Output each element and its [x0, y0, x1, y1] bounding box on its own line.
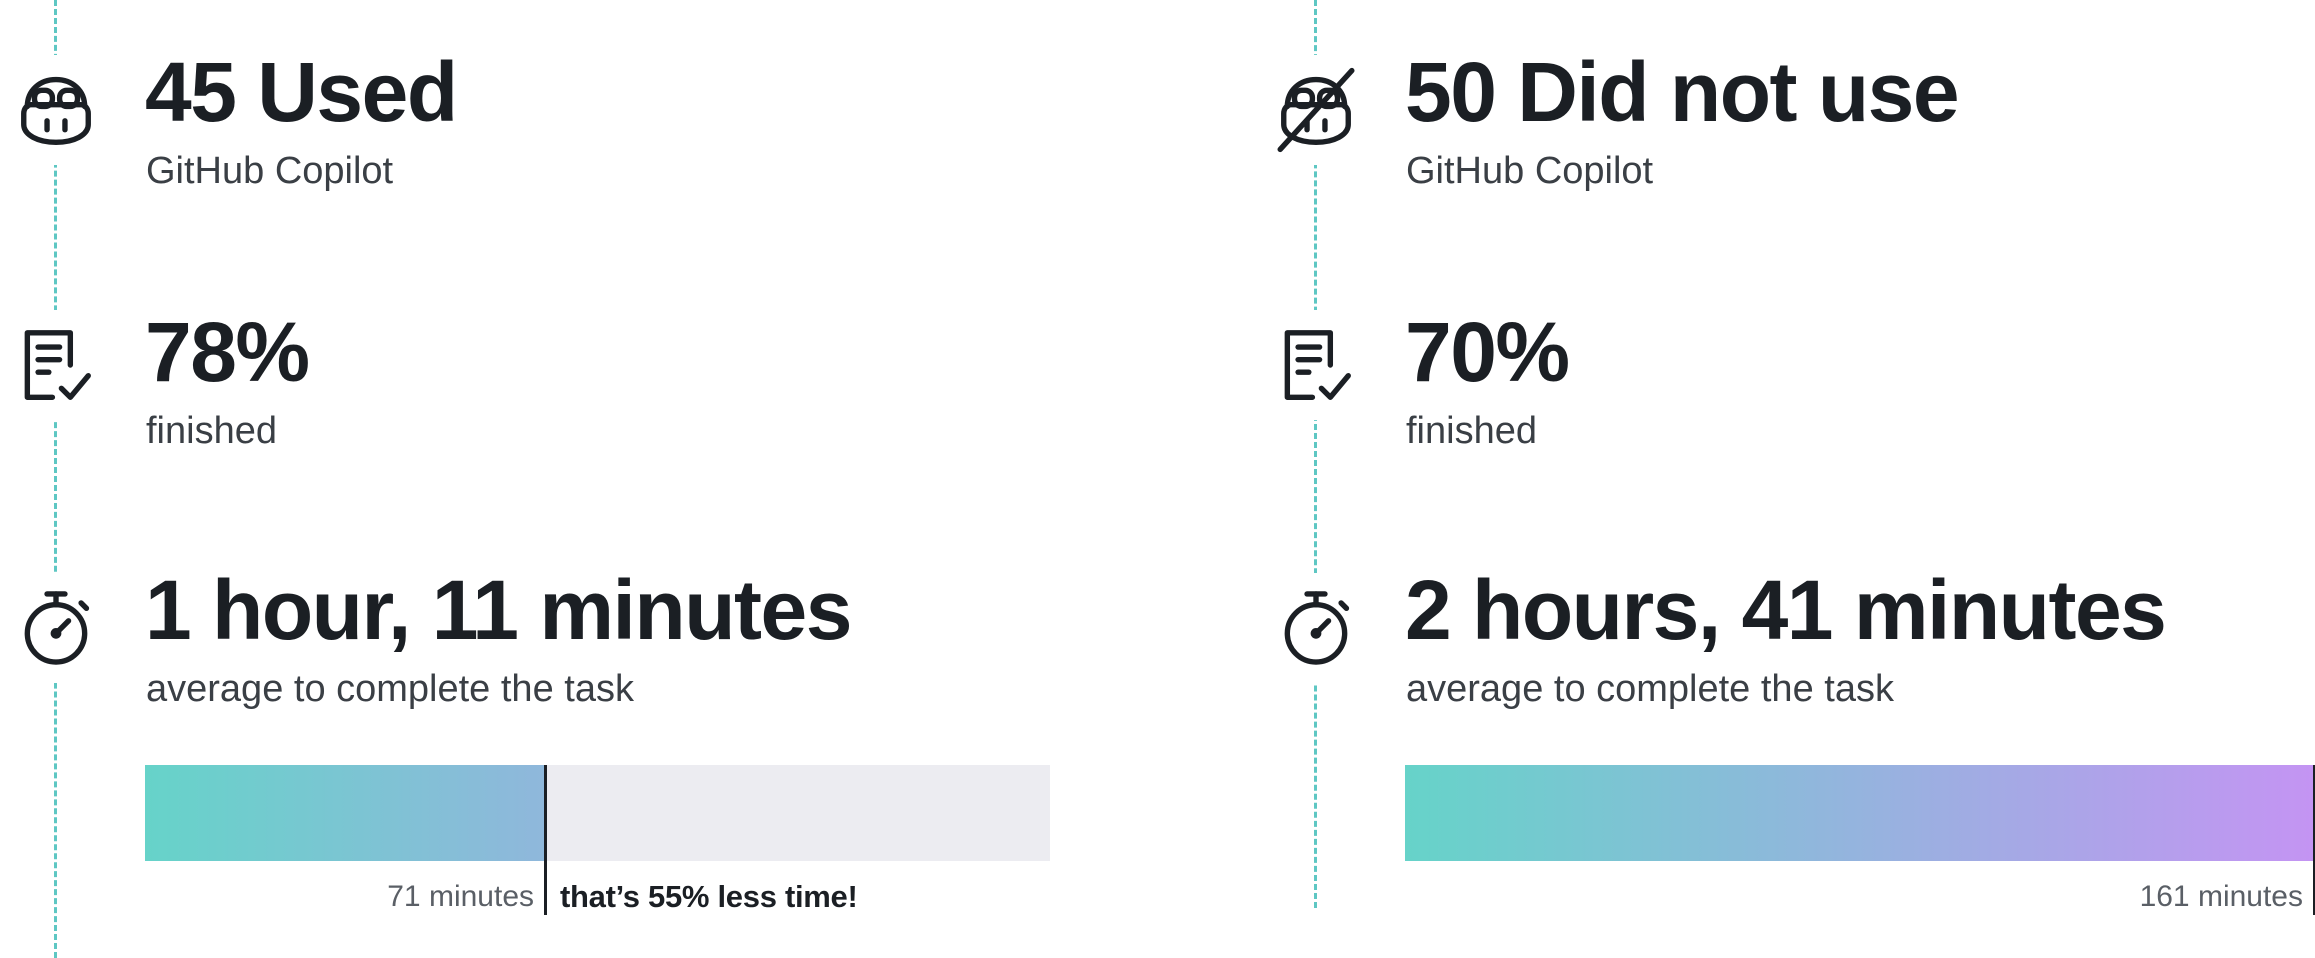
group-stat: 50 Did not use GitHub Copilot [1260, 40, 2315, 220]
finished-stat: 78% finished [0, 300, 1100, 480]
copilot-icon [6, 55, 106, 165]
bar-value-label: 161 minutes [2139, 880, 2303, 913]
bar-fill [1405, 765, 2315, 861]
time-headline: 2 hours, 41 minutes [1405, 563, 2167, 657]
time-stat: 2 hours, 41 minutes average to complete … [1260, 558, 2315, 738]
finished-caption: finished [146, 410, 277, 452]
checklist-icon [1266, 310, 1366, 420]
group-stat: 45 Used GitHub Copilot [0, 40, 1100, 220]
bar-value-label: 71 minutes [387, 880, 534, 913]
time-headline: 1 hour, 11 minutes [145, 563, 852, 657]
copilot-off-icon [1266, 55, 1366, 165]
time-caption: average to complete the task [1406, 668, 1894, 710]
bar-fill [145, 765, 546, 861]
time-caption: average to complete the task [146, 668, 634, 710]
time-stat: 1 hour, 11 minutes average to complete t… [0, 558, 1100, 738]
copilot-users-column: 45 Used GitHub Copilot 78% finished 1 ho… [0, 0, 1100, 958]
stopwatch-icon [6, 573, 106, 683]
used-caption: GitHub Copilot [146, 150, 394, 192]
non-users-column: 50 Did not use GitHub Copilot 70% finish… [1260, 0, 2315, 958]
finished-stat: 70% finished [1260, 300, 2315, 480]
finished-percent: 78% [145, 305, 310, 399]
stopwatch-icon [1266, 573, 1366, 683]
time-bar-chart: 161 minutes [1405, 765, 2315, 925]
used-count-headline: 45 Used [145, 45, 458, 139]
finished-caption: finished [1406, 410, 1537, 452]
finished-percent: 70% [1405, 305, 1570, 399]
not-used-caption: GitHub Copilot [1406, 150, 1654, 192]
bar-end-marker [544, 765, 547, 915]
checklist-icon [6, 310, 106, 420]
savings-note: that’s 55% less time! [560, 879, 858, 914]
not-used-count-headline: 50 Did not use [1405, 45, 1960, 139]
time-bar-chart: 71 minutes that’s 55% less time! [145, 765, 1055, 925]
